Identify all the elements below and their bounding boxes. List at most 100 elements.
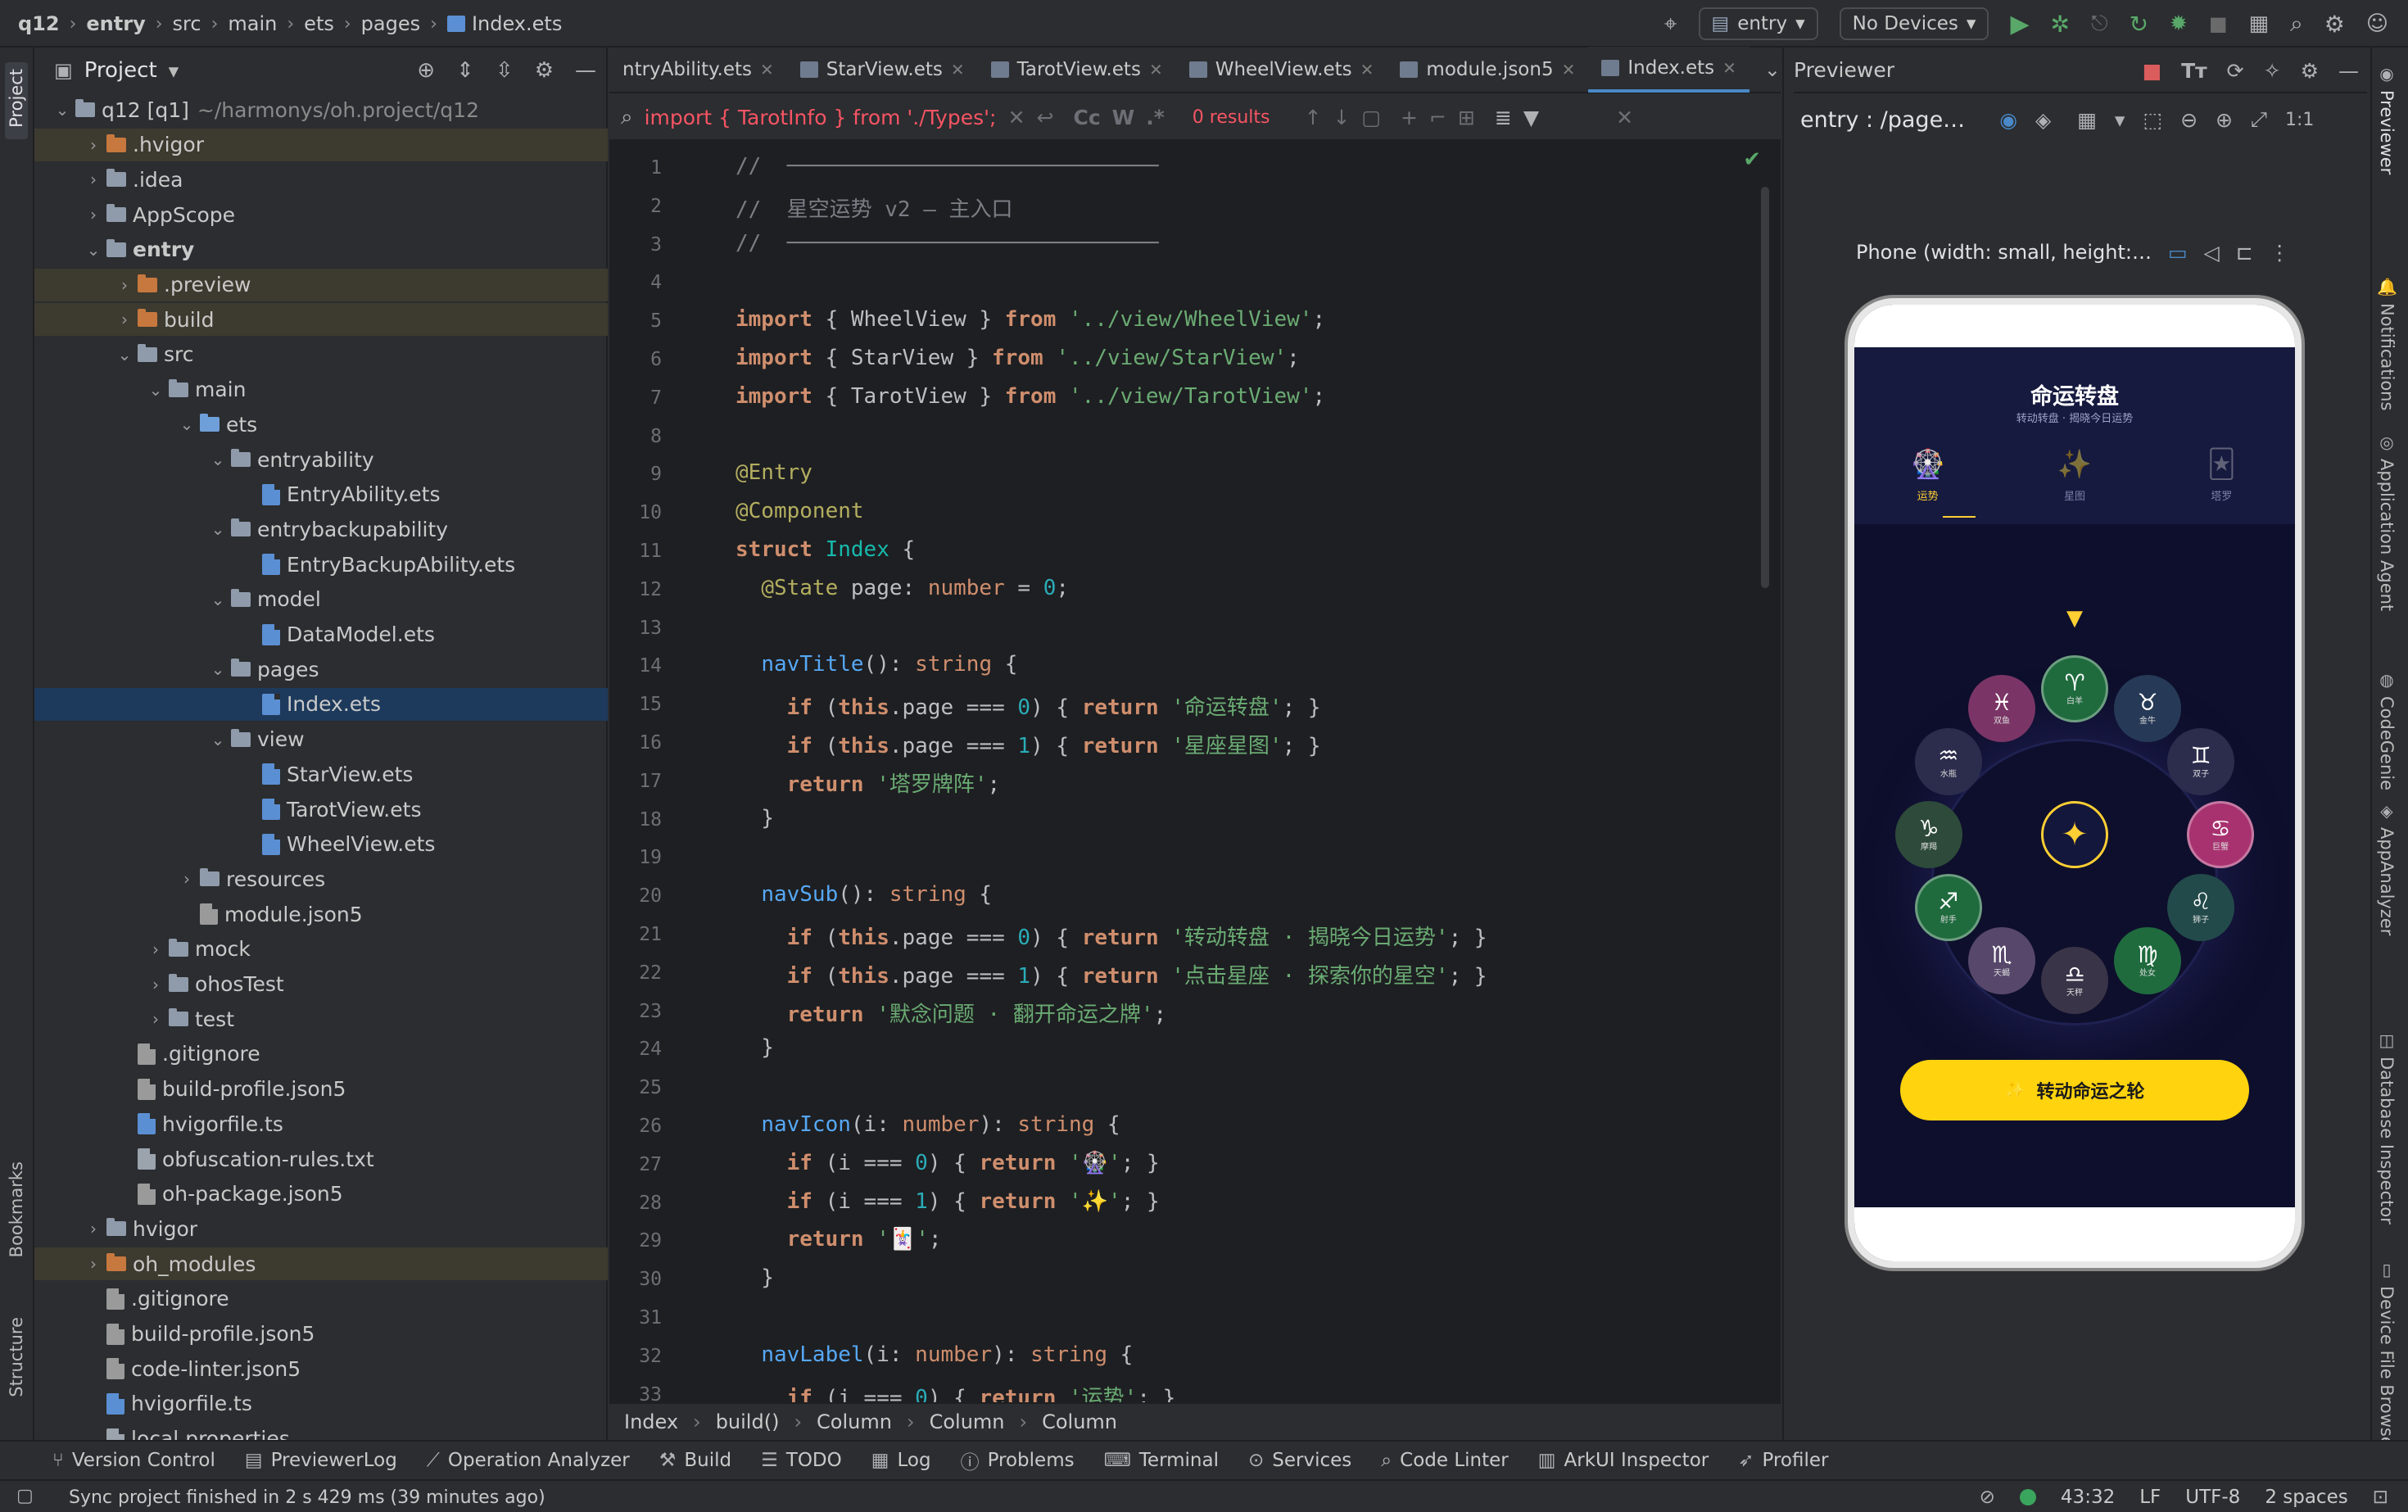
tree-item[interactable]: ⌄ ets bbox=[34, 408, 608, 441]
lock-icon[interactable]: ⊡ bbox=[2373, 1487, 2388, 1508]
tool-window-button[interactable]: ⓘ Problems bbox=[961, 1446, 1075, 1474]
zodiac-sign[interactable]: ♑ 摩羯 bbox=[1895, 801, 1962, 868]
chevron-right-icon[interactable]: › bbox=[147, 975, 164, 994]
zoom-out-icon[interactable]: ⊖ bbox=[2180, 108, 2198, 132]
breadcrumb-item[interactable]: main bbox=[228, 12, 277, 35]
tree-item[interactable]: Index.ets bbox=[34, 687, 608, 721]
project-tool-button[interactable]: Project bbox=[5, 62, 28, 139]
tree-item[interactable]: › mock bbox=[34, 933, 608, 966]
zodiac-sign[interactable]: ♐ 射手 bbox=[1914, 874, 1982, 941]
tool-window-button[interactable]: ➶ Profiler bbox=[1738, 1450, 1828, 1471]
status-message[interactable]: Sync project finished in 2 s 429 ms (39 … bbox=[69, 1487, 545, 1508]
open-in-window-icon[interactable]: ▢ bbox=[1361, 106, 1381, 129]
options-gear-icon[interactable]: ⚙ bbox=[535, 58, 554, 83]
add-selection-icon[interactable]: + bbox=[1401, 106, 1418, 129]
right-tool-button[interactable]: ◉ Previewer bbox=[2377, 64, 2397, 174]
tree-item[interactable]: StarView.ets bbox=[34, 758, 608, 790]
tree-item[interactable]: ⌄ src bbox=[34, 338, 608, 371]
rotate-icon[interactable]: ◁ bbox=[2204, 241, 2220, 265]
attach-debugger-icon[interactable]: ⎋ bbox=[2091, 11, 2108, 37]
chevron-down-icon[interactable]: ⌄ bbox=[116, 345, 133, 364]
tool-window-button[interactable]: ⑂ Version Control bbox=[52, 1450, 215, 1471]
filter-icon[interactable]: ▼ bbox=[1523, 106, 1539, 129]
tree-item[interactable]: oh-package.json5 bbox=[34, 1178, 608, 1211]
tool-window-button[interactable]: ⟋ Operation Analyzer bbox=[427, 1450, 630, 1471]
history-icon[interactable]: ↩ bbox=[1037, 106, 1054, 129]
tree-item[interactable]: ⌄ main bbox=[34, 373, 608, 406]
tool-window-button[interactable]: ▦ Log bbox=[871, 1450, 931, 1471]
close-tab-icon[interactable]: ✕ bbox=[1722, 58, 1736, 78]
select-all-icon[interactable]: ⊞ bbox=[1458, 106, 1475, 129]
chevron-right-icon[interactable]: › bbox=[85, 1219, 102, 1238]
tree-item[interactable]: .gitignore bbox=[34, 1283, 608, 1315]
chevron-down-icon[interactable]: ⌄ bbox=[54, 100, 70, 120]
chevron-right-icon[interactable]: › bbox=[116, 310, 133, 329]
tool-window-button[interactable]: ☰ TODO bbox=[761, 1450, 842, 1471]
editor-breadcrumb-item[interactable]: Column bbox=[1042, 1410, 1117, 1433]
tree-item[interactable]: obfuscation-rules.txt bbox=[34, 1143, 608, 1175]
clear-search-icon[interactable]: ✕ bbox=[1008, 106, 1025, 129]
tool-window-button[interactable]: ⌕ Code Linter bbox=[1381, 1450, 1509, 1471]
tree-item[interactable]: .gitignore bbox=[34, 1038, 608, 1071]
run-icon[interactable]: ▶ bbox=[2010, 10, 2029, 38]
code-editor[interactable]: ✔ 1 // ───────────────────────────── 2 // 星… bbox=[609, 141, 1781, 1487]
chevron-down-icon[interactable]: ⌄ bbox=[179, 414, 195, 434]
tree-item[interactable]: EntryAbility.ets bbox=[34, 478, 608, 511]
multiline-icon[interactable]: ≣ bbox=[1495, 106, 1512, 129]
close-tab-icon[interactable]: ✕ bbox=[760, 60, 774, 79]
chevron-down-icon[interactable]: ⌄ bbox=[147, 380, 164, 400]
multi-device-icon[interactable]: ▦ bbox=[2077, 108, 2097, 132]
right-tool-button[interactable]: ◫ Database Inspector bbox=[2377, 1030, 2397, 1225]
breadcrumb-item[interactable]: Index.ets bbox=[472, 12, 562, 35]
hide-panel-icon[interactable]: — bbox=[575, 58, 596, 83]
tree-item[interactable]: ⌄ view bbox=[34, 723, 608, 756]
close-tab-icon[interactable]: ✕ bbox=[1562, 60, 1576, 79]
editor-breadcrumb-item[interactable]: Column bbox=[817, 1410, 892, 1433]
chevron-right-icon[interactable]: › bbox=[85, 170, 102, 189]
chevron-down-icon[interactable]: ⌄ bbox=[210, 730, 226, 749]
tree-item[interactable]: build-profile.json5 bbox=[34, 1318, 608, 1351]
right-tool-button[interactable]: 🔔 Notifications bbox=[2377, 277, 2397, 410]
tree-item[interactable]: DataModel.ets bbox=[34, 618, 608, 651]
actual-size-icon[interactable]: 1:1 bbox=[2285, 110, 2314, 130]
collapse-all-icon[interactable]: ⇳ bbox=[496, 58, 514, 83]
zodiac-sign[interactable]: ♋ 巨蟹 bbox=[2187, 801, 2254, 868]
chevron-right-icon[interactable]: › bbox=[179, 869, 195, 889]
editor-tab[interactable]: Index.ets ✕ bbox=[1588, 47, 1749, 93]
match-case-toggle[interactable]: Cc bbox=[1073, 106, 1100, 129]
more-vertical-icon[interactable]: ⋮ bbox=[2270, 241, 2290, 265]
tree-item[interactable]: › AppScope bbox=[34, 198, 608, 231]
breadcrumb-item[interactable]: ets bbox=[304, 12, 334, 35]
close-tab-icon[interactable]: ✕ bbox=[1360, 60, 1374, 79]
target-icon[interactable]: ⌖ bbox=[1664, 10, 1677, 38]
close-find-icon[interactable]: ✕ bbox=[1616, 106, 1633, 129]
tree-item[interactable]: EntryBackupAbility.ets bbox=[34, 548, 608, 581]
zodiac-sign[interactable]: ♈ 白羊 bbox=[2041, 655, 2108, 722]
zodiac-sign[interactable]: ♎ 天秤 bbox=[2041, 947, 2108, 1014]
remove-selection-icon[interactable]: ⌐ bbox=[1429, 106, 1446, 129]
breadcrumb-item[interactable]: q12 bbox=[18, 12, 60, 35]
tree-item[interactable]: › .preview bbox=[34, 268, 608, 301]
editor-breadcrumb-item[interactable]: Index bbox=[624, 1410, 678, 1433]
account-icon[interactable]: ☺ bbox=[2366, 11, 2388, 36]
line-separator[interactable]: LF bbox=[2139, 1487, 2161, 1508]
preview-entry-label[interactable]: entry : /page… bbox=[1800, 107, 1965, 133]
editor-tab[interactable]: TarotView.ets ✕ bbox=[978, 47, 1176, 93]
previous-occurrence-icon[interactable]: ↑ bbox=[1305, 106, 1322, 129]
fold-icon[interactable]: ⊏ bbox=[2236, 241, 2253, 265]
profile-icon[interactable]: ✹ bbox=[2170, 11, 2188, 36]
tree-item[interactable]: › resources bbox=[34, 862, 608, 895]
chevron-right-icon[interactable]: › bbox=[116, 275, 133, 295]
stop-icon[interactable]: ■ bbox=[2209, 12, 2228, 35]
locate-icon[interactable]: ⊕ bbox=[417, 58, 435, 83]
structure-tool-button[interactable]: Structure bbox=[7, 1317, 26, 1402]
editor-tab[interactable]: WheelView.ets ✕ bbox=[1176, 47, 1387, 93]
editor-breadcrumb-item[interactable]: build() bbox=[716, 1410, 780, 1433]
chevron-right-icon[interactable]: › bbox=[147, 1009, 164, 1029]
tool-window-button[interactable]: ▤ PreviewerLog bbox=[245, 1450, 397, 1471]
search-icon[interactable]: ⌕ bbox=[2290, 10, 2303, 38]
zodiac-sign[interactable]: ♍ 处女 bbox=[2114, 927, 2181, 995]
chevron-right-icon[interactable]: › bbox=[85, 1254, 102, 1274]
hide-previewer-icon[interactable]: — bbox=[2338, 59, 2359, 83]
indent-setting[interactable]: 2 spaces bbox=[2265, 1487, 2347, 1508]
